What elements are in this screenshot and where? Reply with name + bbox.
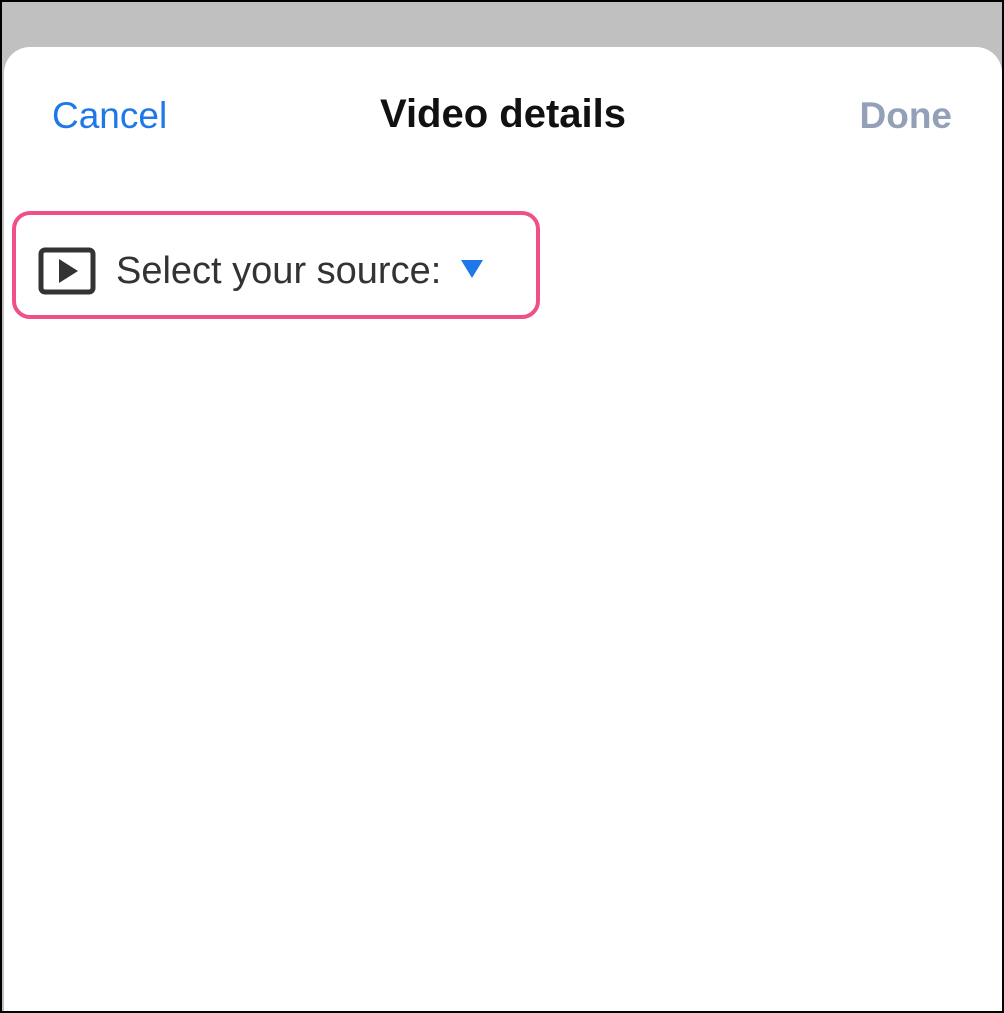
video-play-icon: [38, 247, 96, 295]
triangle-down-icon: [461, 260, 484, 278]
select-source-dropdown[interactable]: Select your source:: [38, 246, 484, 296]
select-source-label: Select your source:: [116, 249, 442, 292]
video-details-sheet: Cancel Video details Done Select your so…: [4, 47, 1002, 1011]
nav-bar: Cancel Video details Done: [4, 47, 1002, 187]
page-title: Video details: [379, 92, 626, 136]
screen: Cancel Video details Done Select your so…: [2, 2, 1002, 1011]
done-button[interactable]: Done: [860, 95, 953, 137]
